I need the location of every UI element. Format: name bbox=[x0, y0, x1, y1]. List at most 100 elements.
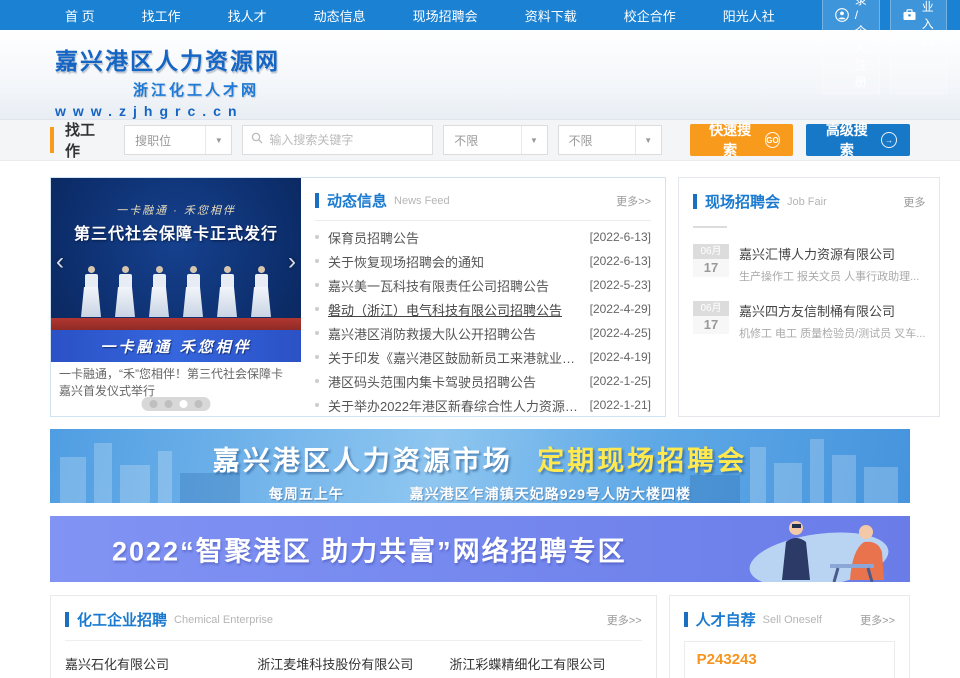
talent-panel: 人才自荐 Sell Oneself 更多>> P243243 男 ｜ 嘉兴市-嘉… bbox=[669, 595, 910, 678]
job-fair-more-link[interactable]: 更多 bbox=[903, 194, 925, 210]
chevron-down-icon: ▼ bbox=[521, 126, 547, 154]
arrow-right-circle-icon: → bbox=[881, 132, 897, 148]
news-row[interactable]: 港区码头范围内集卡驾驶员招聘公告[2022-1-25] bbox=[315, 369, 651, 393]
enterprise-entry-button[interactable]: 企业入口 bbox=[890, 0, 947, 94]
carousel-dot-active[interactable] bbox=[180, 400, 188, 408]
bullet-icon bbox=[315, 235, 319, 239]
stage-floor bbox=[51, 318, 301, 330]
news-subtitle: News Feed bbox=[394, 195, 450, 207]
talent-subtitle: Sell Oneself bbox=[763, 614, 822, 626]
bullet-icon bbox=[315, 355, 319, 359]
nav-item-school-coop[interactable]: 校企合作 bbox=[624, 6, 676, 25]
nav-item-job-fair[interactable]: 现场招聘会 bbox=[413, 6, 478, 25]
filter-select-2[interactable]: 不限 ▼ bbox=[558, 125, 662, 155]
carousel-prev-arrow[interactable]: ‹ bbox=[56, 250, 64, 274]
search-input[interactable] bbox=[269, 133, 424, 147]
job-fair-panel: 现场招聘会 Job Fair 更多 06月 17 嘉兴汇博人力资源有限公司 生产… bbox=[678, 177, 940, 417]
briefcase-icon bbox=[903, 9, 916, 21]
slide-people bbox=[51, 266, 301, 317]
news-title: 动态信息 bbox=[327, 190, 387, 211]
chemical-title: 化工企业招聘 bbox=[77, 609, 167, 630]
news-row[interactable]: 嘉兴美一瓦科技有限责任公司招聘公告[2022-5-23] bbox=[315, 273, 651, 297]
company-listing[interactable]: 嘉兴石化有限公司 工艺员 设备管理 警卫（残疾工） bbox=[65, 654, 257, 678]
photo-carousel[interactable]: 一卡融通 · 禾您相伴 第三代社会保障卡正式发行 一卡融通 禾您相伴 bbox=[51, 178, 301, 416]
keyword-input-wrap bbox=[242, 125, 433, 155]
date-badge: 06月 17 bbox=[693, 244, 729, 284]
chemical-more-link[interactable]: 更多>> bbox=[607, 612, 642, 628]
banner1-address: 嘉兴港区乍浦镇天妃路929号人防大楼四楼 bbox=[410, 486, 691, 502]
nav-item-find-talent[interactable]: 找人才 bbox=[228, 6, 267, 25]
news-panel: 一卡融通 · 禾您相伴 第三代社会保障卡正式发行 一卡融通 禾您相伴 bbox=[50, 177, 666, 417]
top-nav: 首 页 找工作 找人才 动态信息 现场招聘会 资料下载 校企合作 阳光人社 个人… bbox=[0, 0, 960, 30]
banner1-schedule: 每周五上午 bbox=[269, 486, 344, 502]
banner1-title-yellow: 定期现场招聘会 bbox=[537, 446, 747, 476]
person-icon bbox=[835, 8, 849, 22]
job-fair-row[interactable]: 06月 17 嘉兴汇博人力资源有限公司 生产操作工 报关文员 人事行政助理... bbox=[693, 244, 925, 284]
nav-item-home[interactable]: 首 页 bbox=[65, 6, 95, 25]
nav-item-sunshine-hr[interactable]: 阳光人社 bbox=[723, 6, 775, 25]
date-badge: 06月 17 bbox=[693, 301, 729, 341]
news-row[interactable]: 嘉兴港区消防救援大队公开招聘公告[2022-4-25] bbox=[315, 321, 651, 345]
filter-select-1[interactable]: 不限 ▼ bbox=[443, 125, 547, 155]
section-accent-bar bbox=[315, 193, 319, 208]
chemical-subtitle: Chemical Enterprise bbox=[174, 614, 273, 626]
carousel-slide-image: 一卡融通 · 禾您相伴 第三代社会保障卡正式发行 一卡融通 禾您相伴 bbox=[51, 178, 301, 362]
bullet-icon bbox=[315, 307, 319, 311]
nav-item-news[interactable]: 动态信息 bbox=[314, 6, 366, 25]
chevron-down-icon: ▼ bbox=[205, 126, 231, 154]
online-recruitment-banner[interactable]: 2022“智聚港区 助力共富”网络招聘专区 bbox=[50, 516, 910, 582]
talent-card[interactable]: P243243 男 ｜ 嘉兴市-嘉兴港区 ｜ 八年以上 bbox=[684, 641, 895, 678]
divider bbox=[693, 226, 727, 228]
orange-accent-bar bbox=[50, 127, 54, 153]
job-fair-row[interactable]: 06月 17 嘉兴四方友信制桶有限公司 机修工 电工 质量检验员/测试员 叉车.… bbox=[693, 301, 925, 341]
news-row[interactable]: 磐动（浙江）电气科技有限公司招聘公告[2022-4-29] bbox=[315, 297, 651, 321]
job-fair-subtitle: Job Fair bbox=[787, 196, 827, 208]
news-more-link[interactable]: 更多>> bbox=[616, 193, 651, 209]
bullet-icon bbox=[315, 403, 319, 407]
slide-banner-strip: 一卡融通 禾您相伴 bbox=[51, 330, 301, 362]
nav-actions: 个人登录 / 个人注册 企业入口 bbox=[822, 0, 947, 94]
talent-more-link[interactable]: 更多>> bbox=[860, 612, 895, 628]
banner1-title-white: 嘉兴港区人力资源市场 bbox=[213, 446, 513, 476]
news-row[interactable]: 保育员招聘公告[2022-6-13] bbox=[315, 225, 651, 249]
go-circle-icon: GO bbox=[765, 132, 781, 148]
carousel-dot[interactable] bbox=[195, 400, 203, 408]
news-feed: 动态信息 News Feed 更多>> 保育员招聘公告[2022-6-13] 关… bbox=[301, 178, 665, 416]
company-listing[interactable]: 浙江麦堆科技股份有限公司 销售专员 会计 土建主管 bbox=[257, 654, 449, 678]
bullet-icon bbox=[315, 331, 319, 335]
nav-item-downloads[interactable]: 资料下载 bbox=[525, 6, 577, 25]
section-accent-bar bbox=[693, 194, 697, 209]
bullet-icon bbox=[315, 379, 319, 383]
search-category-select[interactable]: 搜职位 ▼ bbox=[124, 125, 232, 155]
job-fair-title: 现场招聘会 bbox=[705, 191, 780, 212]
carousel-dot[interactable] bbox=[165, 400, 173, 408]
nav-item-find-job[interactable]: 找工作 bbox=[142, 6, 181, 25]
chemical-enterprise-panel: 化工企业招聘 Chemical Enterprise 更多>> 嘉兴石化有限公司… bbox=[50, 595, 657, 678]
search-label: 找工作 bbox=[65, 119, 109, 161]
carousel-next-arrow[interactable]: › bbox=[288, 250, 296, 274]
talent-id: P243243 bbox=[697, 651, 882, 668]
carousel-caption[interactable]: 一卡融通，“禾”您相伴！第三代社会保障卡嘉兴首发仪式举行 bbox=[51, 362, 301, 401]
talent-title: 人才自荐 bbox=[696, 609, 756, 630]
section-accent-bar bbox=[684, 612, 688, 627]
company-listing[interactable]: 浙江彩蝶精细化工有限公司 普工（制造科） 营业担当 bbox=[449, 654, 641, 678]
section-accent-bar bbox=[65, 612, 69, 627]
site-header: 嘉兴港区人力资源网 浙江化工人才网 www.zjhgrc.cn bbox=[0, 30, 960, 120]
advanced-search-button[interactable]: 高级搜索 → bbox=[806, 124, 910, 156]
site-url: www.zjhgrc.cn bbox=[55, 103, 960, 119]
banner2-title: 2022“智聚港区 助力共富”网络招聘专区 bbox=[112, 530, 627, 569]
job-market-banner[interactable]: 嘉兴港区人力资源市场 定期现场招聘会 每周五上午 嘉兴港区乍浦镇天妃路929号人… bbox=[50, 429, 910, 503]
slide-slogan: 一卡融通 · 禾您相伴 bbox=[51, 202, 301, 218]
carousel-pager bbox=[142, 397, 211, 411]
news-row[interactable]: 关于举办2022年港区新春综合性人力资源暨春风...[2022-1-21] bbox=[315, 393, 651, 417]
people-illustration bbox=[734, 516, 904, 582]
chevron-down-icon: ▼ bbox=[635, 126, 661, 154]
quick-search-button[interactable]: 快速搜索 GO bbox=[690, 124, 794, 156]
carousel-dot[interactable] bbox=[150, 400, 158, 408]
bullet-icon bbox=[315, 283, 319, 287]
search-icon bbox=[251, 131, 263, 149]
news-row[interactable]: 关于印发《嘉兴港区鼓励新员工来港就业补助操作...[2022-4-19] bbox=[315, 345, 651, 369]
personal-login-button[interactable]: 个人登录 / 个人注册 bbox=[822, 0, 880, 94]
news-row[interactable]: 关于恢复现场招聘会的通知[2022-6-13] bbox=[315, 249, 651, 273]
search-bar: 找工作 搜职位 ▼ 不限 ▼ 不限 ▼ 快速搜索 GO 高级搜索 → bbox=[0, 120, 960, 161]
